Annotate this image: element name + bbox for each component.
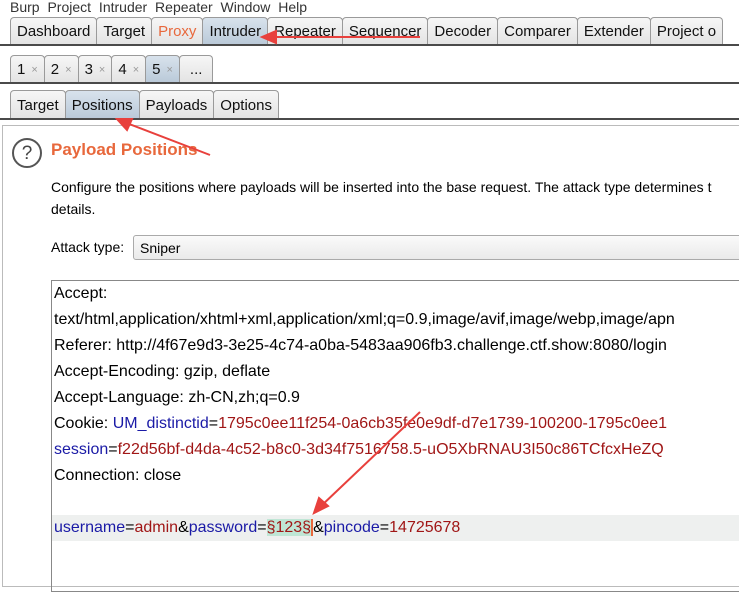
tab-repeater[interactable]: Repeater (267, 17, 343, 45)
attack-tab-3[interactable]: 3 × (77, 55, 113, 83)
attack-tab-label: 3 (84, 61, 93, 78)
close-icon[interactable]: × (65, 64, 71, 76)
description: Configure the positions where payloads w… (51, 176, 711, 220)
param-name: UM_distinctid (112, 415, 209, 432)
request-line: Accept: (54, 285, 108, 302)
param-name: username (54, 519, 126, 536)
attack-tab-4[interactable]: 4 × (111, 55, 147, 83)
tab-comparer[interactable]: Comparer (497, 17, 578, 45)
tab-intruder[interactable]: Intruder (202, 17, 269, 45)
tab-project-options[interactable]: Project o (649, 17, 724, 45)
close-icon[interactable]: × (31, 64, 37, 76)
text: Cookie: (54, 415, 113, 432)
attack-tab-label: 2 (50, 61, 60, 78)
menu-bar[interactable]: Burp Project Intruder Repeater Window He… (10, 0, 307, 15)
subtab-payloads[interactable]: Payloads (138, 90, 215, 119)
tab-proxy[interactable]: Proxy (151, 17, 204, 45)
param-name: password (188, 519, 258, 536)
attack-tab-label: 5 (152, 61, 161, 78)
attack-tab-2[interactable]: 2 × (43, 55, 79, 83)
tab-sequencer[interactable]: Sequencer (341, 17, 429, 45)
param-name: pincode (323, 519, 380, 536)
description-line: details. (51, 201, 96, 217)
attack-tab-5[interactable]: 5 × (145, 55, 180, 83)
text: & (178, 519, 189, 536)
subtab-positions[interactable]: Positions (64, 90, 140, 119)
sub-tabs: Target Positions Payloads Options (0, 90, 739, 119)
param-value: f22d56bf-d4da-4c52-b8c0-3d34f7516758.5-u… (117, 441, 664, 458)
param-value: 1795c0ee11f254-0a6cb35fe0e9df-d7e1739-10… (218, 415, 668, 432)
divider (0, 44, 739, 46)
divider (0, 82, 739, 84)
text: = (379, 519, 390, 536)
attack-tab-label: 1 (17, 61, 26, 78)
main-tabs: Dashboard Target Proxy Intruder Repeater… (0, 17, 739, 45)
page-title: Payload Positions (51, 140, 198, 159)
request-line: Connection: close (54, 467, 182, 484)
tab-dashboard[interactable]: Dashboard (10, 17, 98, 45)
description-line: Configure the positions where payloads w… (51, 179, 712, 195)
request-line: Referer: http://4f67e9d3-3e25-4c74-a0ba-… (54, 337, 667, 354)
subtab-target[interactable]: Target (10, 90, 66, 119)
close-icon[interactable]: × (99, 64, 105, 76)
body-line: username=admin&password=§123§ &pincode=14… (52, 515, 739, 541)
request-editor[interactable]: Accept: text/html,application/xhtml+xml,… (51, 280, 739, 592)
cookie-line: Cookie: UM_distinctid=1795c0ee11f254-0a6… (54, 411, 739, 437)
payload-marker[interactable]: §123§ (266, 519, 314, 536)
close-icon[interactable]: × (133, 64, 139, 76)
text: = (257, 519, 267, 536)
param-value: admin (134, 519, 179, 536)
text: = (108, 441, 118, 458)
param-name: session (54, 441, 109, 458)
attack-tabs: 1 × 2 × 3 × 4 × 5 × ... (0, 55, 739, 83)
divider (0, 118, 739, 120)
request-line: Accept-Language: zh-CN,zh;q=0.9 (54, 389, 300, 406)
cookie-line: session=f22d56bf-d4da-4c52-b8c0-3d34f751… (54, 437, 739, 463)
attack-tab-label: 4 (118, 61, 127, 78)
tab-decoder[interactable]: Decoder (427, 17, 499, 45)
request-line: Accept-Encoding: gzip, deflate (54, 363, 271, 380)
text: = (125, 519, 135, 536)
param-value: 14725678 (389, 519, 461, 536)
help-icon[interactable]: ? (12, 138, 42, 168)
text: = (208, 415, 219, 432)
attack-type-label: Attack type: (51, 239, 125, 255)
text: & (313, 519, 324, 536)
new-attack-tab[interactable]: ... (178, 55, 214, 83)
tab-extender[interactable]: Extender (576, 17, 651, 45)
request-line: text/html,application/xhtml+xml,applicat… (54, 311, 675, 328)
tab-target[interactable]: Target (96, 17, 153, 45)
subtab-options[interactable]: Options (213, 90, 279, 119)
attack-tab-1[interactable]: 1 × (10, 55, 45, 83)
attack-type-select[interactable]: Sniper (133, 235, 739, 260)
close-icon[interactable]: × (166, 64, 172, 76)
